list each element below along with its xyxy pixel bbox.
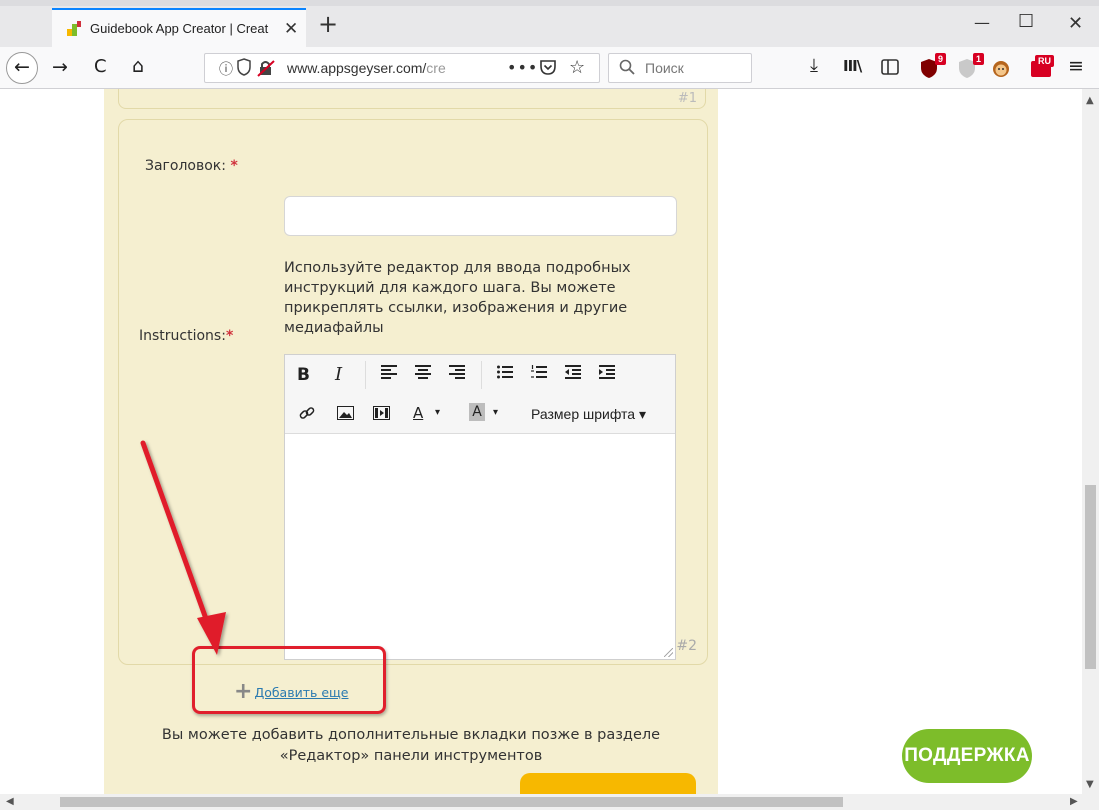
align-left-icon[interactable] [381, 365, 397, 383]
step-number: #2 [676, 638, 697, 654]
scroll-right-icon[interactable]: ▶ [1070, 796, 1078, 807]
extension-badge: 9 [934, 53, 946, 65]
new-tab-icon[interactable]: + [318, 12, 338, 36]
close-tab-icon[interactable]: ✕ [284, 19, 298, 39]
address-bar[interactable]: ⓘ www.appsgeyser.com/cre ••• ☆ [204, 53, 600, 83]
minimize-icon[interactable]: — [974, 13, 990, 32]
forward-icon[interactable]: → [52, 56, 68, 78]
shield-icon[interactable] [237, 58, 251, 80]
tab-title: Guidebook App Creator | Creat [90, 21, 269, 36]
tab-strip-top [0, 0, 1099, 6]
ublock-extension-icon[interactable]: 9 [918, 53, 946, 79]
previous-step-number: #1 [677, 91, 697, 106]
reload-icon[interactable]: C [94, 56, 107, 77]
align-right-icon[interactable] [449, 365, 465, 383]
bookmark-star-icon[interactable]: ☆ [569, 57, 585, 78]
bold-icon[interactable]: B [297, 365, 310, 385]
page-viewport: #1 Заголовок: * Используйте редактор для… [0, 89, 1082, 794]
text-color-dropdown-icon[interactable]: ▾ [435, 407, 440, 418]
guide-form: #1 Заголовок: * Используйте редактор для… [104, 89, 718, 794]
horizontal-scroll-thumb[interactable] [60, 797, 843, 807]
scroll-up-icon[interactable]: ▲ [1086, 95, 1094, 106]
instructions-label: Instructions:* [139, 328, 234, 344]
add-more-link[interactable]: Добавить еще [254, 685, 348, 700]
image-icon[interactable] [337, 406, 354, 424]
support-button[interactable]: ПОДДЕРЖКА [902, 729, 1032, 783]
resize-handle-icon[interactable] [664, 648, 673, 657]
extension-badge: RU [1035, 55, 1054, 67]
maximize-icon[interactable]: ☐ [1018, 11, 1034, 32]
url-text: www.appsgeyser.com/cre [287, 60, 446, 76]
title-input[interactable] [284, 196, 677, 236]
previous-step-box: #1 [118, 89, 706, 109]
text-color-icon[interactable]: A [413, 404, 423, 422]
rich-text-editor: B I A ▾ A ▾ Размер шрифта ▾ [284, 354, 676, 660]
downloads-icon[interactable]: ⤓ [810, 55, 818, 76]
outdent-icon[interactable] [565, 365, 581, 383]
font-size-dropdown[interactable]: Размер шрифта ▾ [531, 406, 646, 423]
favicon-icon [66, 20, 82, 37]
info-icon[interactable]: ⓘ [219, 59, 233, 79]
background-color-icon[interactable]: A [469, 403, 485, 421]
plus-icon: + [234, 679, 253, 704]
scroll-down-icon[interactable]: ▼ [1086, 779, 1094, 790]
home-icon[interactable]: ⌂ [132, 55, 144, 77]
title-label: Заголовок: * [145, 158, 238, 174]
browser-tab[interactable]: Guidebook App Creator | Creat ✕ [52, 8, 306, 47]
next-button[interactable] [520, 773, 696, 794]
search-field[interactable]: Поиск [608, 53, 752, 83]
search-placeholder: Поиск [645, 60, 684, 76]
vertical-scroll-thumb[interactable] [1085, 485, 1096, 669]
horizontal-scrollbar[interactable]: ◀ ▶ [0, 794, 1099, 810]
indent-icon[interactable] [599, 365, 615, 383]
pocket-icon[interactable] [539, 58, 557, 80]
step-box: Заголовок: * Используйте редактор для вв… [118, 119, 708, 665]
scroll-left-icon[interactable]: ◀ [6, 796, 14, 807]
add-more-highlight [192, 646, 386, 714]
video-icon[interactable] [373, 406, 390, 424]
vertical-scrollbar[interactable]: ▲ ▼ [1082, 89, 1099, 794]
italic-icon[interactable]: I [335, 364, 342, 385]
tabs-note: Вы можете добавить дополнительные вкладк… [161, 727, 661, 764]
tab-strip: Guidebook App Creator | Creat ✕ + — ☐ ✕ [0, 0, 1099, 47]
page-actions-icon[interactable]: ••• [507, 58, 538, 77]
bullet-list-icon[interactable] [497, 365, 513, 383]
numbered-list-icon[interactable] [531, 365, 547, 383]
window-close-icon[interactable]: ✕ [1068, 13, 1083, 34]
editor-toolbar: B I A ▾ A ▾ Размер шрифта ▾ [285, 355, 675, 434]
back-icon[interactable]: ← [6, 52, 38, 84]
library-icon[interactable]: III\ [843, 57, 862, 75]
menu-icon[interactable]: ≡ [1068, 55, 1084, 77]
navigation-toolbar: ← → C ⌂ ⓘ www.appsgeyser.com/cre ••• ☆ П… [0, 47, 1099, 89]
extension-badge: 1 [972, 53, 984, 65]
search-icon [619, 59, 635, 79]
add-more-button[interactable]: + Добавить еще [234, 679, 349, 704]
privacy-extension-icon[interactable]: 1 [956, 53, 984, 79]
sidebar-icon[interactable] [880, 57, 902, 79]
link-icon[interactable] [299, 405, 315, 425]
editor-help-text: Используйте редактор для ввода подробных… [284, 260, 631, 336]
insecure-lock-icon[interactable] [257, 59, 275, 81]
background-color-dropdown-icon[interactable]: ▾ [493, 407, 498, 418]
monkey-extension-icon[interactable] [990, 57, 1012, 79]
translate-extension-icon[interactable]: RU [1030, 55, 1054, 79]
align-center-icon[interactable] [415, 365, 431, 383]
